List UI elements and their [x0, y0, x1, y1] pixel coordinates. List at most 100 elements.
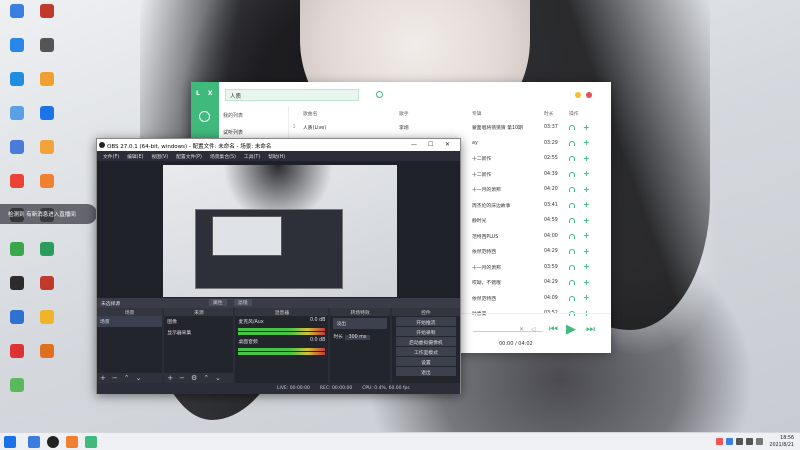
- taskbar-clock[interactable]: 18:56 2021/8/21: [769, 435, 794, 449]
- listen-icon[interactable]: [569, 187, 575, 193]
- remove-icon[interactable]: −: [179, 374, 185, 382]
- listen-icon[interactable]: [569, 264, 575, 270]
- desktop-shortcut[interactable]: [34, 4, 60, 38]
- menu-item[interactable]: 视图(V): [151, 153, 168, 161]
- source-item-display[interactable]: 显示器采集: [164, 327, 233, 338]
- desktop-shortcut[interactable]: [34, 106, 60, 140]
- maximize-icon[interactable]: ☐: [428, 141, 433, 148]
- close-button[interactable]: [586, 92, 592, 98]
- next-button[interactable]: ⏭: [586, 324, 595, 335]
- add-icon[interactable]: +: [583, 247, 590, 255]
- taskbar-app-3[interactable]: [66, 436, 78, 448]
- desktop-shortcut[interactable]: [4, 72, 30, 106]
- column-duration[interactable]: 时长: [544, 110, 569, 117]
- add-icon[interactable]: +: [583, 216, 590, 224]
- search-input[interactable]: 人质: [225, 89, 359, 101]
- add-icon[interactable]: +: [583, 201, 590, 209]
- listen-icon[interactable]: [569, 125, 575, 131]
- listen-icon[interactable]: [569, 233, 575, 239]
- control-button[interactable]: 开始推流: [395, 317, 456, 326]
- add-icon[interactable]: +: [100, 374, 106, 382]
- column-album[interactable]: 专辑: [472, 110, 544, 117]
- start-button[interactable]: [4, 436, 16, 448]
- shuffle-icon[interactable]: ✕: [519, 326, 524, 333]
- tray-icon-4[interactable]: [746, 438, 753, 445]
- add-icon[interactable]: +: [583, 278, 590, 286]
- control-button[interactable]: 启动虚拟摄像机: [395, 337, 456, 346]
- settings-icon[interactable]: ⚙: [191, 374, 197, 382]
- add-icon[interactable]: +: [583, 123, 590, 131]
- desktop-shortcut[interactable]: [34, 140, 60, 174]
- listen-icon[interactable]: [569, 218, 575, 224]
- table-row[interactable]: 1 人质(Live) 李翊 蒙面唱将猜猜猜 第10期 03:37 +: [289, 120, 611, 136]
- prev-button[interactable]: ⏮: [549, 324, 558, 335]
- menu-item[interactable]: 编辑(E): [127, 153, 143, 161]
- filters-button[interactable]: 滤镜: [234, 299, 252, 306]
- preview-canvas[interactable]: [163, 165, 397, 297]
- add-icon[interactable]: +: [583, 170, 590, 178]
- tray-icon-1[interactable]: [716, 438, 723, 445]
- add-icon[interactable]: +: [583, 294, 590, 302]
- listen-icon[interactable]: [569, 280, 575, 286]
- desktop-shortcut[interactable]: [4, 242, 30, 276]
- minimize-button[interactable]: [575, 92, 581, 98]
- desktop-shortcut[interactable]: [34, 242, 60, 276]
- desktop-shortcut[interactable]: [34, 38, 60, 72]
- tray-icon-3[interactable]: [736, 438, 743, 445]
- desktop-shortcut[interactable]: [4, 378, 30, 412]
- menu-item[interactable]: 文件(F): [103, 153, 119, 161]
- tray-icon-2[interactable]: [726, 438, 733, 445]
- add-icon[interactable]: +: [583, 263, 590, 271]
- search-icon[interactable]: [199, 111, 210, 122]
- add-icon[interactable]: +: [583, 154, 590, 162]
- control-button[interactable]: 开始录制: [395, 327, 456, 336]
- remove-icon[interactable]: −: [112, 374, 118, 382]
- desktop-shortcut[interactable]: [4, 106, 30, 140]
- obs-preview[interactable]: [97, 161, 460, 298]
- desktop-shortcut[interactable]: [34, 344, 60, 378]
- desktop-shortcut[interactable]: [34, 174, 60, 208]
- move-up-icon[interactable]: ⌃: [203, 374, 209, 382]
- desktop-shortcut[interactable]: [34, 72, 60, 106]
- control-button[interactable]: 退出: [395, 367, 456, 376]
- move-up-icon[interactable]: ⌃: [124, 374, 130, 382]
- search-icon[interactable]: [376, 91, 383, 98]
- taskbar-music-icon[interactable]: [85, 436, 97, 448]
- desktop-shortcut[interactable]: [4, 140, 30, 174]
- menu-item[interactable]: 场景集合(S): [210, 153, 236, 161]
- duration-input[interactable]: 300 ms: [344, 335, 371, 340]
- obs-window[interactable]: OBS 27.0.1 (64-bit, windows) - 配置文件: 未命名…: [96, 138, 461, 394]
- minimize-icon[interactable]: —: [411, 141, 417, 148]
- transition-select[interactable]: 淡出: [333, 318, 387, 329]
- add-icon[interactable]: +: [583, 139, 590, 147]
- move-down-icon[interactable]: ⌄: [215, 374, 221, 382]
- desktop-shortcut[interactable]: [4, 38, 30, 72]
- menu-item[interactable]: 工具(T): [244, 153, 260, 161]
- add-icon[interactable]: +: [583, 185, 590, 193]
- taskbar-app-1[interactable]: [28, 436, 40, 448]
- desktop-shortcut[interactable]: [4, 174, 30, 208]
- taskbar-obs-icon[interactable]: [47, 436, 59, 448]
- listen-icon[interactable]: [569, 140, 575, 146]
- listen-icon[interactable]: [569, 249, 575, 255]
- scene-item[interactable]: 场景: [97, 316, 163, 327]
- play-button[interactable]: ▶: [566, 322, 576, 337]
- desktop-shortcut[interactable]: [4, 276, 30, 310]
- listen-icon[interactable]: [569, 171, 575, 177]
- close-icon[interactable]: ✕: [445, 141, 450, 148]
- column-singer[interactable]: 歌手: [399, 110, 472, 117]
- desktop-shortcut[interactable]: [4, 310, 30, 344]
- control-button[interactable]: 工作室模式: [395, 347, 456, 356]
- volume-icon[interactable]: [756, 438, 763, 445]
- menu-item[interactable]: 配置文件(P): [176, 153, 202, 161]
- volume-icon[interactable]: ◁: [531, 326, 536, 333]
- listen-icon[interactable]: [569, 295, 575, 301]
- desktop-shortcut[interactable]: [4, 344, 30, 378]
- add-icon[interactable]: +: [583, 232, 590, 240]
- menu-item[interactable]: 帮助(H): [268, 153, 285, 161]
- source-item-image[interactable]: 图像: [164, 316, 233, 327]
- move-down-icon[interactable]: ⌄: [136, 374, 142, 382]
- add-icon[interactable]: +: [167, 374, 173, 382]
- desktop-shortcut[interactable]: [34, 310, 60, 344]
- column-name[interactable]: 歌曲名: [299, 110, 399, 117]
